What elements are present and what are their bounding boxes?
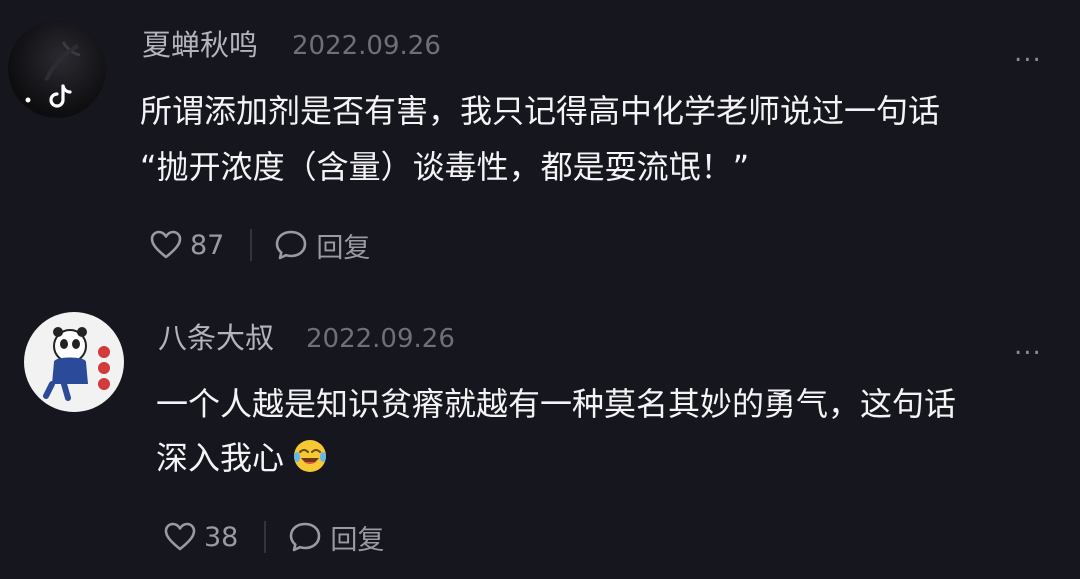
- comment-date: 2022.09.26: [306, 324, 455, 354]
- more-options-icon[interactable]: ...: [1014, 333, 1042, 359]
- comment-actions: 87 回复: [150, 225, 370, 265]
- reply-label: 回复: [330, 524, 385, 556]
- heart-icon: [164, 522, 196, 551]
- reply-label: 回复: [316, 232, 371, 264]
- more-options-icon[interactable]: ...: [1014, 40, 1042, 66]
- tiktok-logo-icon: [25, 41, 81, 108]
- comment-text-line: 所谓添加剂是否有害，我只记得高中化学老师说过一句话: [140, 92, 941, 130]
- laughing-crying-emoji-icon: [294, 440, 327, 472]
- reply-button[interactable]: 回复: [288, 518, 384, 557]
- comment-text-line: 深入我心: [156, 439, 285, 477]
- user-avatar[interactable]: [24, 312, 124, 412]
- comment-item: 八条大叔 2022.09.26 ... 一个人越是知识贫瘠就越有一种莫名其妙的勇…: [0, 300, 1080, 579]
- comment-bubble-icon: [276, 230, 307, 260]
- action-divider: [250, 229, 253, 261]
- comment-username[interactable]: 夏蝉秋鸣: [142, 31, 258, 60]
- comment-text-line-with-emoji: 深入我心: [156, 430, 328, 486]
- panda-avatar-icon: [43, 327, 110, 401]
- comment-bubble-icon: [290, 522, 321, 552]
- comment-actions: 38 回复: [164, 517, 384, 557]
- reply-button[interactable]: 回复: [274, 226, 370, 265]
- comment-item: 夏蝉秋鸣 2022.09.26 ... 所谓添加剂是否有害，我只记得高中化学老师…: [0, 0, 1080, 290]
- action-divider: [264, 521, 267, 553]
- like-button[interactable]: 38: [164, 522, 238, 553]
- comment-text-line: “抛开浓度（含量）谈毒性，都是耍流氓！”: [140, 148, 750, 186]
- comment-date: 2022.09.26: [292, 31, 441, 61]
- user-avatar[interactable]: [8, 20, 106, 118]
- like-count: 87: [190, 229, 225, 261]
- like-button[interactable]: 87: [150, 230, 224, 261]
- comment-username[interactable]: 八条大叔: [158, 324, 274, 353]
- like-count: 38: [204, 521, 239, 553]
- heart-icon: [150, 230, 182, 259]
- comment-text-line: 一个人越是知识贫瘠就越有一种莫名其妙的勇气，这句话: [156, 385, 957, 423]
